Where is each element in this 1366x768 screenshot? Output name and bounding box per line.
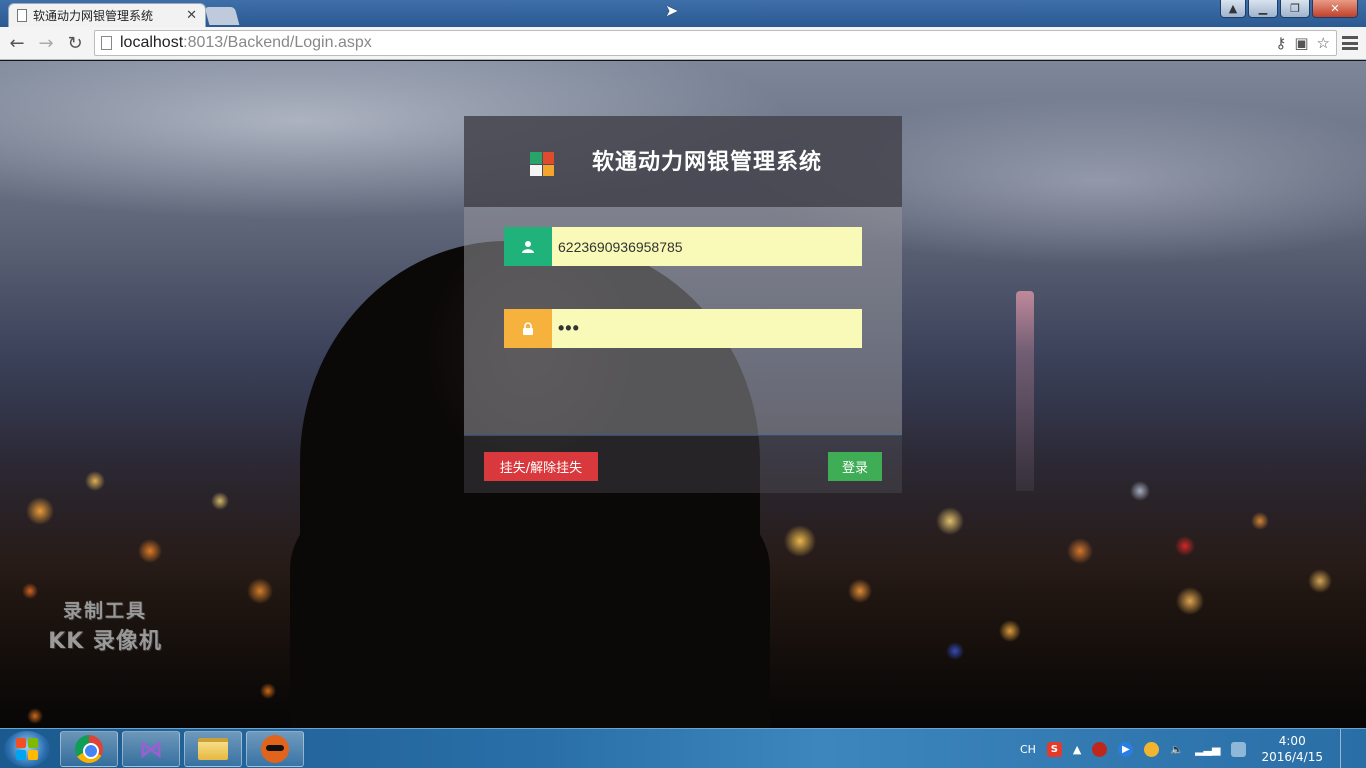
folder-icon — [198, 738, 228, 760]
taskbar-visual-studio[interactable]: ⋈ — [122, 731, 180, 767]
lock-icon — [504, 309, 552, 348]
system-tray: CH S ▲ ▶ 🔈 ▂▃▅ 4:00 2016/4/15 — [1020, 729, 1352, 768]
taskbar-recorder[interactable] — [246, 731, 304, 767]
password-mask: ••• — [558, 318, 580, 338]
back-arrow-icon[interactable]: ← — [5, 31, 29, 55]
recorder-icon — [261, 735, 289, 763]
translate-icon[interactable]: ▣ — [1294, 34, 1308, 52]
page-icon — [101, 36, 112, 50]
browser-titlebar: 软通动力网银管理系统 ✕ ▲ ▁ ❐ ✕ — [0, 0, 1366, 27]
watermark-line-1: 录制工具 — [62, 600, 147, 622]
qq-icon[interactable] — [1144, 741, 1160, 757]
tray-expand-icon[interactable]: ▲ — [1073, 743, 1081, 756]
show-desktop-button[interactable] — [1340, 729, 1352, 768]
url-host: localhost — [120, 34, 184, 51]
login-button[interactable]: 登录 — [828, 452, 882, 481]
tower-silhouette — [1016, 291, 1034, 491]
windows-taskbar: ⋈ CH S ▲ ▶ 🔈 ▂▃▅ 4:00 2016/4/15 — [0, 728, 1366, 768]
login-header: 软通动力网银管理系统 — [464, 116, 902, 207]
minimize-button[interactable]: ▁ — [1248, 0, 1278, 18]
url-text[interactable]: localhost:8013/Backend/Login.aspx — [120, 34, 1267, 52]
server-icon[interactable] — [1231, 741, 1247, 757]
tab-title: 软通动力网银管理系统 — [33, 9, 154, 23]
report-loss-button[interactable]: 挂失/解除挂失 — [484, 452, 598, 481]
page-icon — [17, 9, 27, 22]
mouse-cursor-icon: ➤ — [665, 1, 679, 20]
visual-studio-icon: ⋈ — [139, 735, 163, 763]
media-player-icon[interactable]: ▶ — [1118, 741, 1134, 757]
reload-icon[interactable]: ↻ — [63, 31, 87, 55]
watermark-line-2: KK 录像机 — [48, 629, 162, 654]
page-viewport: 录制工具 KK 录像机 软通动力网银管理系统 ••• — [0, 61, 1366, 728]
taskbar-explorer[interactable] — [184, 731, 242, 767]
windows-logo-icon — [530, 152, 554, 176]
password-input[interactable]: ••• — [552, 309, 862, 348]
login-form: ••• — [464, 207, 902, 436]
url-path: :8013/Backend/Login.aspx — [183, 34, 372, 51]
clock-date: 2016/4/15 — [1261, 750, 1323, 764]
user-profile-button[interactable]: ▲ — [1220, 0, 1246, 18]
recorder-watermark: 录制工具 KK 录像机 — [30, 596, 180, 655]
login-actions: 挂失/解除挂失 登录 — [464, 436, 902, 493]
network-icon[interactable]: ▂▃▅ — [1195, 743, 1220, 756]
clock[interactable]: 4:00 2016/4/15 — [1261, 733, 1323, 765]
taskbar-chrome[interactable] — [60, 731, 118, 767]
chrome-menu-icon[interactable] — [1340, 33, 1360, 53]
password-row: ••• — [504, 309, 862, 348]
sogou-ime-icon[interactable]: S — [1046, 741, 1062, 757]
username-input[interactable] — [552, 227, 862, 266]
login-panel: 软通动力网银管理系统 ••• 挂失/解除挂失 登录 — [464, 116, 902, 493]
maximize-button[interactable]: ❐ — [1280, 0, 1310, 18]
window-controls: ▲ ▁ ❐ ✕ — [1220, 0, 1358, 18]
close-window-button[interactable]: ✕ — [1312, 0, 1358, 18]
new-tab-button[interactable] — [204, 7, 240, 25]
login-title: 软通动力网银管理系统 — [592, 150, 823, 175]
browser-tab-active[interactable]: 软通动力网银管理系统 ✕ — [8, 3, 206, 27]
key-icon[interactable]: ⚷ — [1275, 34, 1286, 52]
forward-arrow-icon[interactable]: → — [34, 31, 58, 55]
user-icon — [504, 227, 552, 266]
start-button[interactable] — [4, 731, 50, 767]
volume-icon[interactable]: 🔈 — [1170, 743, 1184, 756]
tab-close-icon[interactable]: ✕ — [186, 8, 197, 23]
ime-indicator[interactable]: CH — [1020, 743, 1036, 756]
person-body-silhouette — [290, 461, 770, 728]
bookmark-star-icon[interactable]: ☆ — [1317, 34, 1330, 52]
chrome-icon — [75, 735, 103, 763]
address-bar[interactable]: localhost:8013/Backend/Login.aspx ⚷ ▣ ☆ — [94, 30, 1337, 56]
security-icon[interactable] — [1092, 741, 1108, 757]
username-row — [504, 227, 862, 266]
clock-time: 4:00 — [1278, 734, 1306, 748]
browser-toolbar: ← → ↻ localhost:8013/Backend/Login.aspx … — [0, 27, 1366, 60]
